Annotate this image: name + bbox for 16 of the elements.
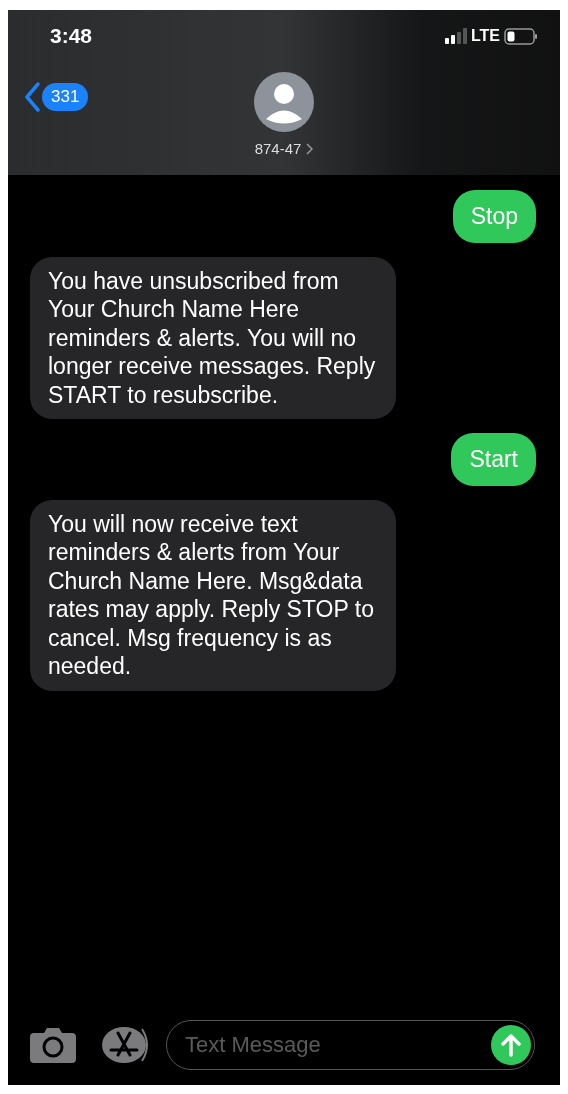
camera-icon[interactable]	[30, 1027, 76, 1063]
back-icon[interactable]	[24, 82, 40, 112]
network-label: LTE	[470, 27, 500, 45]
contact-name[interactable]: 874-47	[254, 140, 302, 157]
chevron-icon	[306, 142, 314, 155]
received-message: You will now receive text reminders & alerts from Your Church Name Here. Msg&data rates may apply. Reply STOP to cancel. Msg frequency is as needed.	[30, 499, 396, 691]
sent-message: Stop	[452, 190, 536, 243]
sent-message: Start	[451, 433, 536, 486]
received-message: You have unsubscribed from Your Church Name Here reminders & alerts. You will no longer receive messages. Reply START to resubscribe.	[30, 256, 396, 419]
send-icon[interactable]	[491, 1025, 531, 1065]
battery-icon	[504, 27, 538, 45]
message-field[interactable]: Text Message	[166, 1020, 535, 1070]
avatar-icon[interactable]	[254, 72, 314, 132]
status-time: 3:48	[50, 24, 93, 48]
unread-count[interactable]: 331	[42, 83, 89, 111]
signal-icon	[444, 28, 467, 44]
